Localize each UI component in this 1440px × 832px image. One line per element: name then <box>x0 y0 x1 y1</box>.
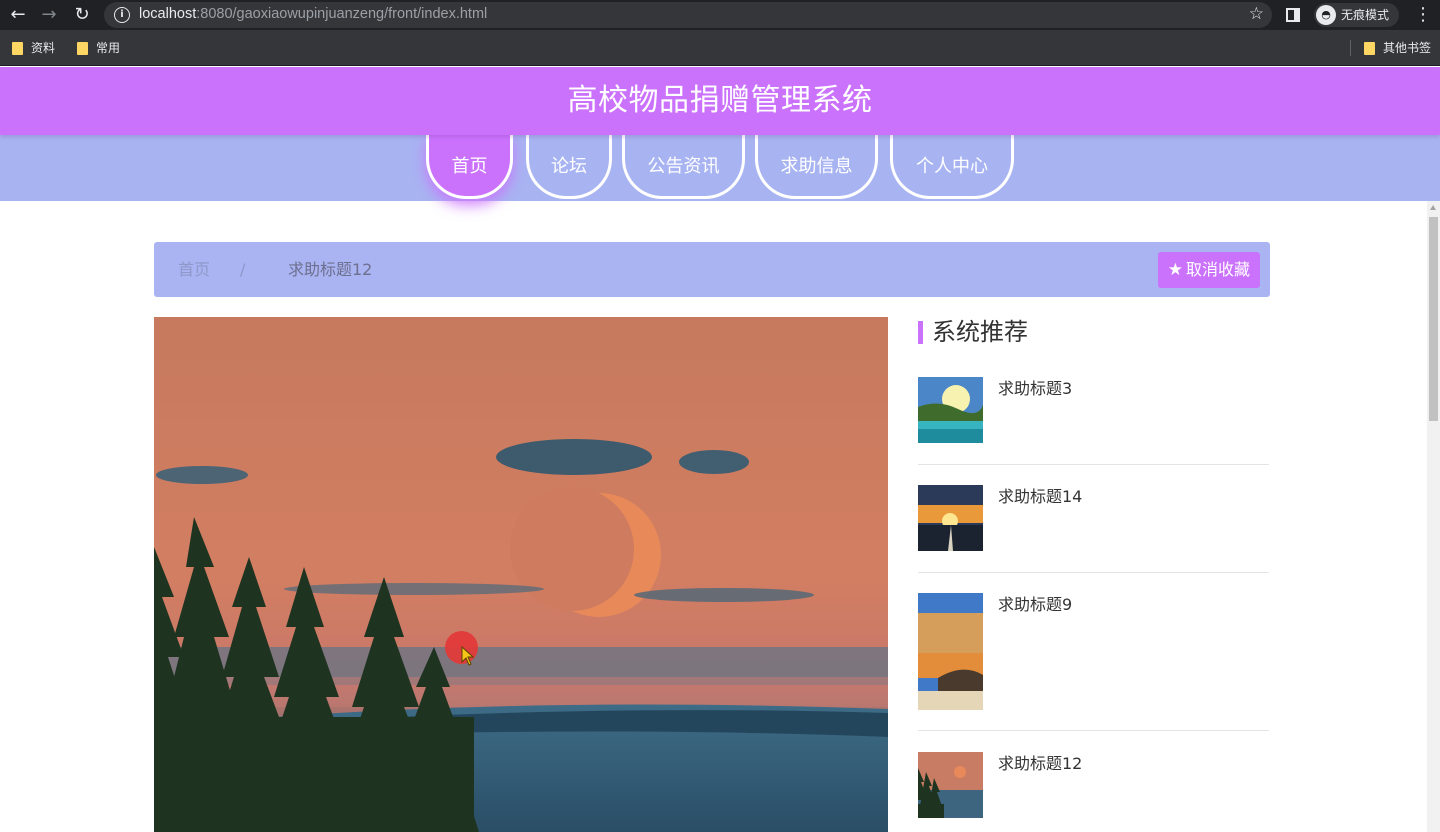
recommend-item[interactable]: 求助标题12 <box>918 752 1269 832</box>
nav-item-home[interactable]: 首页 <box>426 135 513 199</box>
bookmark-folder-changyong[interactable]: 常用 <box>77 39 120 57</box>
star-icon: ★ <box>1167 260 1183 280</box>
recommend-item-title[interactable]: 求助标题12 <box>998 754 1082 774</box>
unfavorite-button[interactable]: ★ 取消收藏 <box>1157 252 1260 288</box>
detail-image <box>154 317 888 832</box>
recommend-item[interactable]: 求助标题9 <box>918 593 1269 731</box>
back-arrow-icon[interactable]: ← <box>7 4 29 26</box>
site-header: 高校物品捐赠管理系统 <box>0 67 1440 135</box>
bookmark-label: 资料 <box>31 41 56 55</box>
recommend-thumbnail[interactable] <box>918 752 983 818</box>
address-bar[interactable]: i localhost:8080/gaoxiaowupinjuanzeng/fr… <box>104 2 1272 28</box>
breadcrumb-current: 求助标题12 <box>288 260 373 279</box>
other-bookmarks[interactable]: 其他书签 <box>1364 39 1431 57</box>
browser-toolbar: ← → ↻ i localhost:8080/gaoxiaowupinjuanz… <box>0 0 1440 30</box>
bookmarks-divider <box>1350 40 1351 56</box>
folder-icon <box>12 41 23 55</box>
scrollbar-thumb[interactable] <box>1429 217 1438 421</box>
nav-item-announcements[interactable]: 公告资讯 <box>622 135 745 199</box>
recommend-thumbnail[interactable] <box>918 485 983 551</box>
recommend-item-title[interactable]: 求助标题14 <box>998 487 1082 507</box>
recommend-thumbnail[interactable] <box>918 377 983 443</box>
scroll-up-arrow-icon[interactable] <box>1430 205 1436 210</box>
nav-item-forum[interactable]: 论坛 <box>526 135 612 199</box>
site-title: 高校物品捐赠管理系统 <box>567 83 873 118</box>
site-info-icon[interactable]: i <box>114 7 130 23</box>
bookmark-folder-ziliao[interactable]: 资料 <box>12 39 55 57</box>
folder-icon <box>1364 41 1375 55</box>
bookmark-star-icon[interactable]: ☆ <box>1249 4 1264 24</box>
breadcrumb: 首页 / 求助标题12 ★ 取消收藏 <box>154 242 1270 297</box>
bookmark-label: 常用 <box>96 41 121 55</box>
main-nav: 首页 论坛 公告资讯 求助信息 个人中心 <box>0 135 1440 201</box>
other-bookmarks-label: 其他书签 <box>1383 41 1432 55</box>
incognito-icon: ◓ <box>1316 5 1336 25</box>
recommend-thumbnail[interactable] <box>918 593 983 710</box>
moon-forest-image <box>154 317 888 832</box>
breadcrumb-home[interactable]: 首页 <box>178 242 210 297</box>
recommend-item[interactable]: 求助标题3 <box>918 377 1269 465</box>
recommend-item-title[interactable]: 求助标题3 <box>998 379 1072 399</box>
recommend-item[interactable]: 求助标题14 <box>918 485 1269 573</box>
side-panel-icon[interactable] <box>1286 8 1300 22</box>
recommend-item-title[interactable]: 求助标题9 <box>998 595 1072 615</box>
reload-icon[interactable]: ↻ <box>71 4 93 26</box>
url-text[interactable]: localhost:8080/gaoxiaowupinjuanzeng/fron… <box>139 6 487 22</box>
breadcrumb-separator: / <box>240 260 246 279</box>
incognito-label: 无痕模式 <box>1341 8 1390 22</box>
recommend-title: 系统推荐 <box>918 318 1028 346</box>
mouse-pointer-icon <box>461 646 475 666</box>
page-scrollbar[interactable] <box>1427 201 1440 832</box>
nav-item-profile[interactable]: 个人中心 <box>890 135 1014 199</box>
unfavorite-label: 取消收藏 <box>1185 260 1250 279</box>
nav-item-help-info[interactable]: 求助信息 <box>755 135 878 199</box>
incognito-badge[interactable]: ◓ 无痕模式 <box>1314 3 1400 27</box>
folder-icon <box>77 41 88 55</box>
bookmarks-bar: 资料 常用 其他书签 <box>0 30 1440 66</box>
browser-menu-icon[interactable]: ⋮ <box>1414 4 1432 26</box>
forward-arrow-icon[interactable]: → <box>38 4 60 26</box>
